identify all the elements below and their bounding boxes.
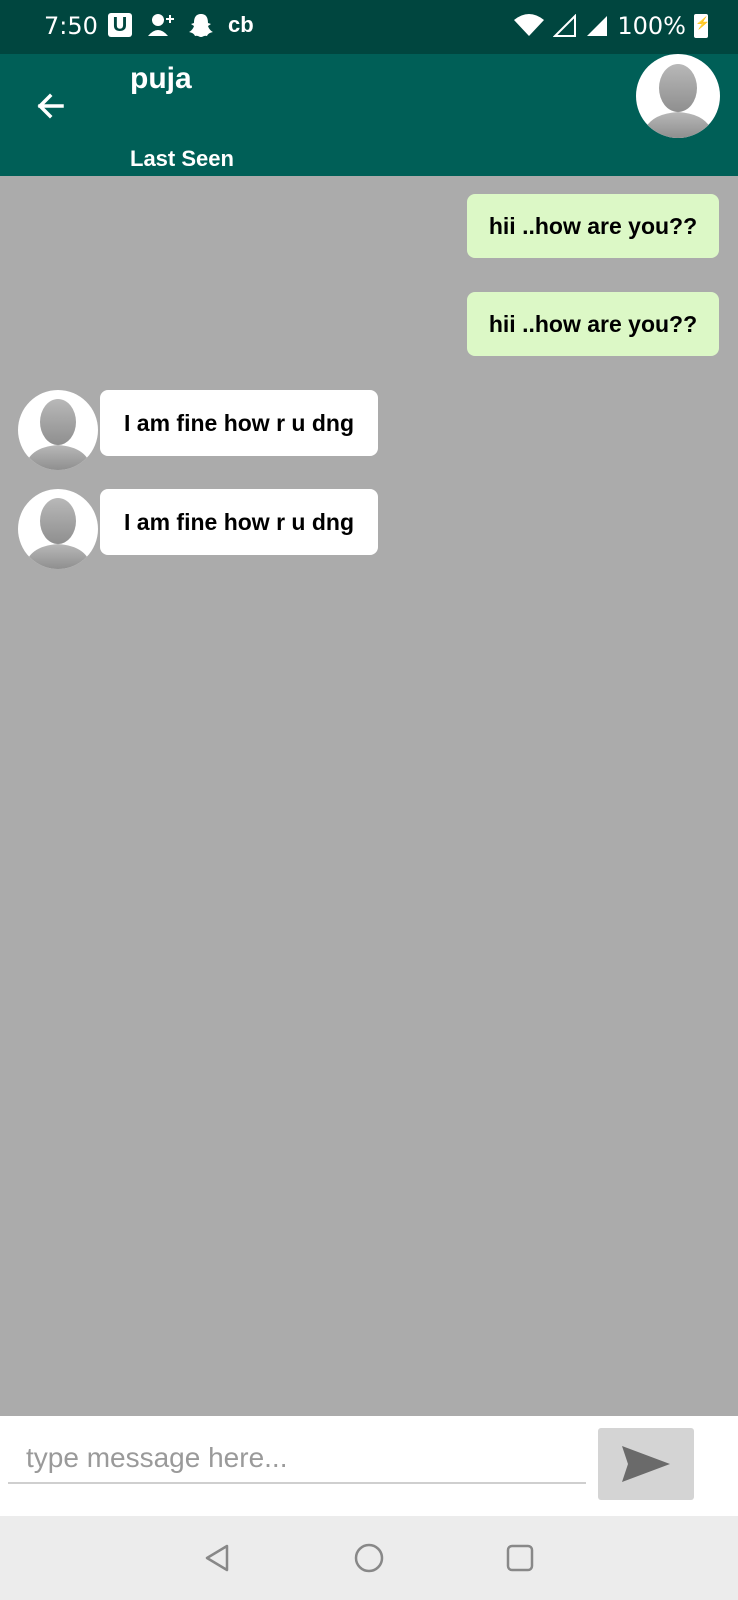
back-arrow-icon [37, 93, 64, 119]
snapchat-icon [189, 14, 213, 37]
nav-recents-button[interactable] [500, 1538, 540, 1578]
signal-icon [553, 14, 577, 37]
cb-app-icon: cb [228, 12, 254, 37]
battery-percentage: 100% [617, 12, 686, 40]
chat-header: puja Last Seen [0, 54, 738, 176]
incoming-message-row: I am fine how r u dng [18, 390, 378, 470]
wifi-icon [514, 14, 545, 36]
notification-icons: U cb [108, 12, 254, 38]
message-list[interactable]: hii ..how are you?? hii ..how are you?? … [0, 176, 738, 1416]
composer-bar [0, 1416, 738, 1516]
signal-icon-2 [587, 16, 608, 36]
battery-icon [694, 14, 710, 38]
avatar-icon [24, 498, 92, 569]
sender-avatar[interactable] [18, 489, 98, 569]
contact-avatar[interactable] [636, 54, 720, 138]
incoming-message-row: I am fine how r u dng [18, 489, 378, 569]
status-time: 7:50 [44, 12, 98, 40]
last-seen-status: Last Seen [130, 146, 234, 171]
send-button[interactable] [598, 1428, 694, 1500]
sender-avatar[interactable] [18, 390, 98, 470]
nav-back-icon [205, 1544, 229, 1572]
incoming-message[interactable]: I am fine how r u dng [100, 489, 378, 555]
incoming-message[interactable]: I am fine how r u dng [100, 390, 378, 456]
system-icons: 100% [513, 12, 710, 40]
avatar-icon [642, 64, 714, 138]
status-bar: 7:50 U cb 100% [0, 0, 738, 54]
send-icon [622, 1446, 670, 1482]
u-app-icon: U [108, 13, 132, 37]
outgoing-message[interactable]: hii ..how are you?? [467, 194, 719, 258]
nav-back-button[interactable] [198, 1538, 238, 1578]
add-contact-icon [148, 14, 174, 36]
contact-name[interactable]: puja [130, 62, 192, 96]
system-nav-bar [0, 1516, 738, 1600]
message-input[interactable] [8, 1434, 586, 1484]
nav-home-button[interactable] [349, 1538, 389, 1578]
back-button[interactable] [28, 84, 72, 128]
nav-recents-icon [506, 1544, 534, 1572]
outgoing-message[interactable]: hii ..how are you?? [467, 292, 719, 356]
avatar-icon [24, 399, 92, 470]
nav-home-icon [354, 1543, 384, 1573]
